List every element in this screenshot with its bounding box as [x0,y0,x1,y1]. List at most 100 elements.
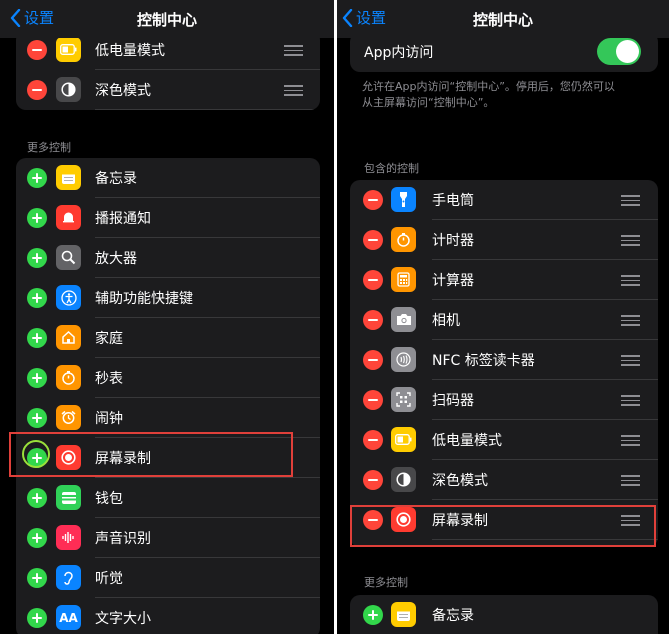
dark-mode-icon [56,77,81,102]
control-label: 秒表 [95,371,123,387]
reorder-handle-icon[interactable] [621,395,640,406]
add-control-button[interactable] [27,328,47,348]
control-label: 备忘录 [432,608,474,624]
remove-control-button[interactable] [363,430,383,450]
list-item: 深色模式 [350,460,658,500]
remove-control-button[interactable] [363,230,383,250]
add-control-button[interactable] [27,288,47,308]
app-access-toggle[interactable] [597,38,641,65]
reorder-handle-icon[interactable] [621,235,640,246]
add-control-button[interactable] [27,368,47,388]
camera-icon [391,307,416,332]
screen-recording-highlight [9,432,293,477]
more-controls-header: 更多控制 [27,141,71,154]
control-label: 辅助功能快捷键 [95,291,193,307]
app-access-description: 允许在App内访问“控制中心”。停用后，您仍然可以 从主屏幕访问“控制中心”。 [362,79,615,111]
control-label: NFC 标签读卡器 [432,353,535,369]
included-controls-header: 包含的控制 [364,162,419,175]
description-line: 从主屏幕访问“控制中心”。 [362,96,495,109]
notes-icon [391,602,416,627]
control-label: 钱包 [95,491,123,507]
remove-control-button[interactable] [363,350,383,370]
add-control-button[interactable] [27,248,47,268]
timer-icon [391,227,416,252]
sound-recognition-icon [56,525,81,550]
control-label: 扫码器 [432,393,474,409]
list-item: 听觉 [16,558,320,598]
remove-control-button[interactable] [363,190,383,210]
list-item: 家庭 [16,318,320,358]
remove-control-button[interactable] [363,310,383,330]
calculator-icon [391,267,416,292]
list-item: 播报通知 [16,198,320,238]
control-label: 放大器 [95,251,137,267]
reorder-handle-icon[interactable] [621,315,640,326]
add-control-button[interactable] [27,568,47,588]
home-icon [56,325,81,350]
text-size-icon: AA [56,605,81,630]
reorder-handle-icon[interactable] [621,275,640,286]
hearing-icon [56,565,81,590]
alarm-icon [56,405,81,430]
list-item: 深色模式 [16,70,320,110]
separator [95,109,320,110]
control-label: 听觉 [95,571,123,587]
control-label: 家庭 [95,331,123,347]
add-control-button[interactable] [27,408,47,428]
add-control-button[interactable] [27,528,47,548]
accessibility-icon [56,285,81,310]
list-item: 扫码器 [350,380,658,420]
list-item: NFC 标签读卡器 [350,340,658,380]
add-control-button[interactable] [27,168,47,188]
battery-icon [56,37,81,62]
control-label: 低电量模式 [95,43,165,59]
reorder-handle-icon[interactable] [284,85,303,96]
reorder-handle-icon[interactable] [621,435,640,446]
control-label: 低电量模式 [432,433,502,449]
list-item: 计时器 [350,220,658,260]
add-control-button[interactable] [27,488,47,508]
icon-glyph: AA [59,610,78,625]
remove-control-button[interactable] [363,390,383,410]
reorder-handle-icon[interactable] [621,475,640,486]
remove-control-button[interactable] [363,470,383,490]
remove-control-button[interactable] [27,80,47,100]
reorder-handle-icon[interactable] [284,45,303,56]
reorder-handle-icon[interactable] [621,355,640,366]
app-access-group: App内访问 [350,32,658,72]
page-title: 控制中心 [136,11,197,29]
list-item: AA 文字大小 [16,598,320,634]
flashlight-icon [391,187,416,212]
included-controls-group: 手电筒 计时器 计算器 相机 NFC 标签读卡器 扫码器 低电量模式 深色模式 屏幕录制 [350,180,658,547]
qr-scanner-icon [391,387,416,412]
list-item: 辅助功能快捷键 [16,278,320,318]
nav-bar: 设置 控制中心 [0,0,334,38]
announce-notifications-icon [56,205,81,230]
description-line: 允许在App内访问“控制中心”。停用后，您仍然可以 [362,80,615,93]
remove-control-button[interactable] [363,270,383,290]
control-label: 文字大小 [95,611,151,627]
control-label: 计算器 [432,273,474,289]
battery-icon [391,427,416,452]
list-item: 秒表 [16,358,320,398]
add-control-button[interactable] [27,208,47,228]
list-item: 放大器 [16,238,320,278]
control-label: 相机 [432,313,460,329]
reorder-handle-icon[interactable] [621,195,640,206]
more-controls-group: 备忘录 [350,595,658,634]
control-label: 计时器 [432,233,474,249]
dark-mode-icon [391,467,416,492]
add-control-button[interactable] [27,608,47,628]
list-item: 手电筒 [350,180,658,220]
more-controls-group: 备忘录 播报通知 放大器 辅助功能快捷键 家庭 秒表 闹钟 屏幕录制 钱包 声音识别 听觉 AA 文字大… [16,158,320,634]
list-item: 钱包 [16,478,320,518]
magnifier-icon [56,245,81,270]
nav-bar: 设置 控制中心 [337,0,669,38]
screen-recording-highlight [350,505,656,547]
list-item: 备忘录 [350,595,658,634]
control-label: 声音识别 [95,531,151,547]
left-screen: 低电量模式 深色模式 更多控制 备忘录 播报通知 放大器 辅助功能快捷键 家庭 秒表 闹钟 屏幕… [0,0,334,634]
list-item: 相机 [350,300,658,340]
add-control-button[interactable] [363,605,383,625]
remove-control-button[interactable] [27,40,47,60]
